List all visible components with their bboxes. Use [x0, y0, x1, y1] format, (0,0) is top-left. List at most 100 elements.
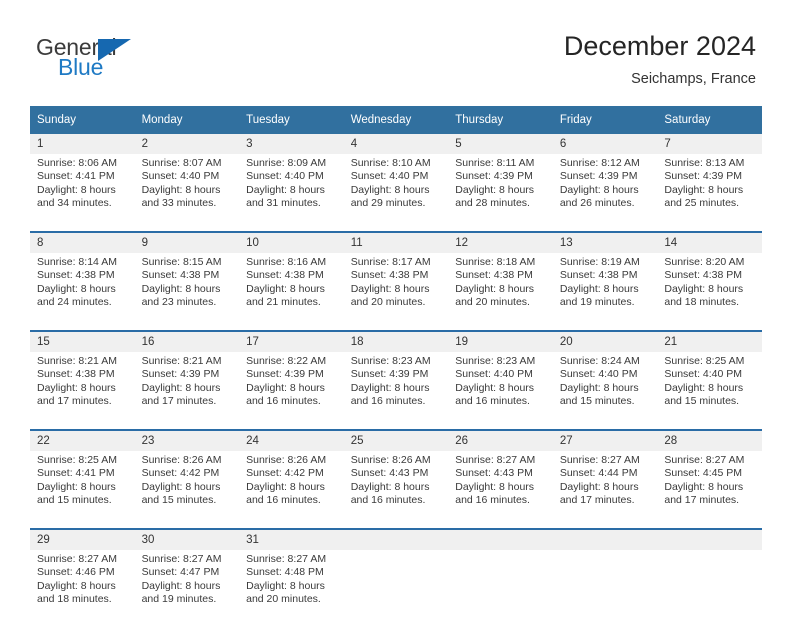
day-sunrise-text: Sunrise: 8:17 AM — [350, 256, 431, 268]
day-number[interactable]: 3 — [239, 134, 344, 154]
weekday-header-friday: Friday — [552, 106, 658, 134]
day-sunset-text: Sunset: 4:40 PM — [455, 368, 533, 381]
day-sunrise-text: Sunrise: 8:27 AM — [246, 553, 327, 565]
day-number[interactable]: 11 — [343, 231, 449, 253]
day-cell: Sunrise: 8:18 AM Sunset: 4:38 PM Daylight:… — [448, 253, 553, 331]
day-daylight-2-text: and 16 minutes. — [350, 395, 426, 408]
day-daylight-2-text: and 15 minutes. — [37, 494, 112, 507]
day-cell: Sunrise: 8:10 AM Sunset: 4:40 PM Daylight:… — [343, 154, 449, 232]
day-daylight-1-text: Daylight: 8 hours — [141, 282, 221, 295]
day-sunset-text: Sunset: 4:48 PM — [246, 566, 324, 579]
day-cell: Sunrise: 8:26 AM Sunset: 4:42 PM Daylight:… — [134, 451, 240, 529]
day-number[interactable]: 25 — [343, 429, 449, 451]
day-number[interactable]: 6 — [552, 134, 658, 154]
day-daylight-2-text: and 18 minutes. — [37, 593, 112, 606]
day-number[interactable]: 4 — [343, 134, 449, 154]
day-number[interactable]: 24 — [239, 429, 344, 451]
day-daylight-1-text: Daylight: 8 hours — [350, 282, 430, 295]
day-cell-empty — [552, 550, 658, 627]
day-daylight-1-text: Daylight: 8 hours — [664, 183, 744, 196]
day-cell: Sunrise: 8:27 AM Sunset: 4:46 PM Daylight:… — [30, 550, 135, 627]
brand-logo[interactable]: General Blue — [36, 34, 256, 92]
day-cell-empty — [448, 550, 553, 627]
title-block: December 2024 Seichamps, France — [564, 30, 756, 89]
day-number[interactable]: 19 — [448, 330, 553, 352]
day-daylight-2-text: and 16 minutes. — [246, 494, 321, 507]
day-cell: Sunrise: 8:19 AM Sunset: 4:38 PM Daylight:… — [552, 253, 658, 331]
day-number[interactable]: 30 — [134, 528, 240, 550]
day-number[interactable]: 13 — [552, 231, 658, 253]
day-number[interactable]: 12 — [448, 231, 553, 253]
day-number[interactable]: 5 — [448, 134, 553, 154]
week-daynumber-row: 22 23 24 25 26 27 28 — [30, 429, 762, 451]
day-sunrise-text: Sunrise: 8:27 AM — [37, 553, 117, 565]
day-number[interactable]: 20 — [552, 330, 658, 352]
day-sunset-text: Sunset: 4:40 PM — [246, 170, 324, 183]
day-number[interactable]: 16 — [134, 330, 240, 352]
weekday-header-wednesday: Wednesday — [343, 106, 449, 134]
day-daylight-2-text: and 20 minutes. — [455, 296, 530, 309]
day-number[interactable]: 29 — [30, 528, 135, 550]
day-daylight-1-text: Daylight: 8 hours — [664, 381, 744, 394]
day-daylight-2-text: and 17 minutes. — [559, 494, 635, 507]
day-sunrise-text: Sunrise: 8:27 AM — [455, 454, 536, 466]
day-sunrise-text: Sunrise: 8:25 AM — [37, 454, 117, 466]
day-number[interactable]: 15 — [30, 330, 135, 352]
day-number[interactable]: 2 — [134, 134, 240, 154]
page-masthead: General Blue December 2024 Seichamps, Fr… — [0, 0, 792, 104]
day-daylight-1-text: Daylight: 8 hours — [664, 282, 744, 295]
day-cell: Sunrise: 8:27 AM Sunset: 4:44 PM Daylight:… — [552, 451, 658, 529]
week-daynumber-row: 8 9 10 11 12 13 14 — [30, 231, 762, 253]
day-sunrise-text: Sunrise: 8:21 AM — [37, 355, 117, 367]
day-sunrise-text: Sunrise: 8:14 AM — [37, 256, 117, 268]
day-daylight-1-text: Daylight: 8 hours — [37, 183, 116, 196]
calendar-page: General Blue December 2024 Seichamps, Fr… — [0, 0, 792, 627]
day-sunset-text: Sunset: 4:40 PM — [559, 368, 638, 381]
day-number[interactable]: 26 — [448, 429, 553, 451]
day-sunrise-text: Sunrise: 8:27 AM — [559, 454, 640, 466]
day-cell: Sunrise: 8:27 AM Sunset: 4:47 PM Daylight:… — [134, 550, 240, 627]
day-daylight-1-text: Daylight: 8 hours — [141, 381, 221, 394]
day-number[interactable]: 1 — [30, 134, 135, 154]
day-daylight-1-text: Daylight: 8 hours — [246, 480, 325, 493]
day-number[interactable]: 14 — [657, 231, 762, 253]
day-sunrise-text: Sunrise: 8:13 AM — [664, 157, 745, 169]
weekday-header-saturday: Saturday — [657, 106, 762, 134]
day-daylight-1-text: Daylight: 8 hours — [350, 183, 430, 196]
day-cell: Sunrise: 8:23 AM Sunset: 4:40 PM Daylight:… — [448, 352, 553, 430]
day-sunrise-text: Sunrise: 8:10 AM — [350, 157, 431, 169]
day-number[interactable]: 22 — [30, 429, 135, 451]
week-info-row: Sunrise: 8:27 AM Sunset: 4:46 PM Daylight:… — [30, 550, 762, 627]
page-title: December 2024 — [563, 31, 756, 61]
day-daylight-2-text: and 16 minutes. — [455, 494, 530, 507]
day-daylight-2-text: and 24 minutes. — [37, 296, 112, 309]
day-cell: Sunrise: 8:26 AM Sunset: 4:42 PM Daylight:… — [239, 451, 344, 529]
day-cell: Sunrise: 8:09 AM Sunset: 4:40 PM Daylight:… — [239, 154, 344, 232]
day-number[interactable]: 21 — [657, 330, 762, 352]
day-sunset-text: Sunset: 4:40 PM — [664, 368, 743, 381]
day-sunset-text: Sunset: 4:42 PM — [246, 467, 324, 480]
week-info-row: Sunrise: 8:14 AM Sunset: 4:38 PM Daylight:… — [30, 253, 762, 331]
day-cell: Sunrise: 8:14 AM Sunset: 4:38 PM Daylight:… — [30, 253, 135, 331]
day-daylight-1-text: Daylight: 8 hours — [664, 480, 744, 493]
day-number[interactable]: 23 — [134, 429, 240, 451]
day-number[interactable]: 9 — [134, 231, 240, 253]
day-number[interactable]: 17 — [239, 330, 344, 352]
day-daylight-1-text: Daylight: 8 hours — [559, 183, 639, 196]
day-cell: Sunrise: 8:22 AM Sunset: 4:39 PM Daylight:… — [239, 352, 344, 430]
day-cell: Sunrise: 8:25 AM Sunset: 4:41 PM Daylight:… — [30, 451, 135, 529]
day-sunset-text: Sunset: 4:39 PM — [559, 170, 638, 183]
day-number[interactable]: 28 — [657, 429, 762, 451]
week-daynumber-row: 29 30 31 — [30, 528, 762, 550]
day-number[interactable]: 10 — [239, 231, 344, 253]
week-info-row: Sunrise: 8:06 AM Sunset: 4:41 PM Daylight:… — [30, 154, 762, 232]
day-daylight-2-text: and 15 minutes. — [559, 395, 635, 408]
day-number[interactable]: 7 — [657, 134, 762, 154]
day-number[interactable]: 31 — [239, 528, 344, 550]
day-number[interactable]: 27 — [552, 429, 658, 451]
day-number[interactable]: 8 — [30, 231, 135, 253]
day-sunset-text: Sunset: 4:39 PM — [350, 368, 429, 381]
day-sunset-text: Sunset: 4:39 PM — [246, 368, 324, 381]
day-number[interactable]: 18 — [343, 330, 449, 352]
day-daylight-1-text: Daylight: 8 hours — [350, 381, 430, 394]
